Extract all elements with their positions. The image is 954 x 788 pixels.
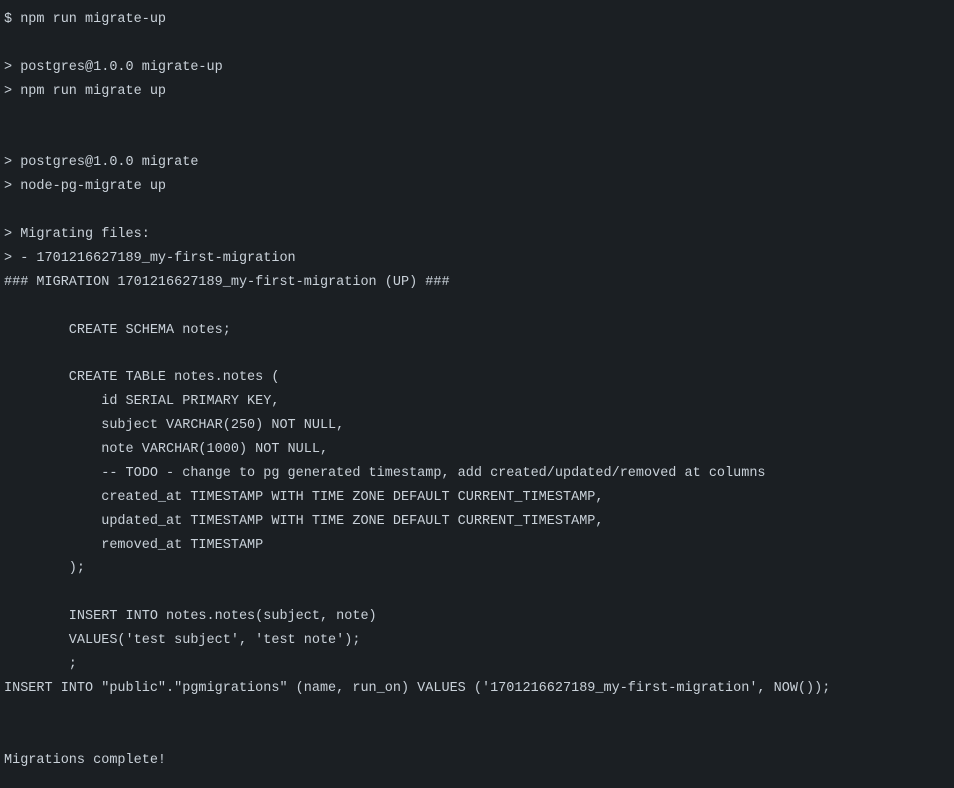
terminal-line: Migrations complete! (4, 749, 950, 773)
terminal-line (4, 342, 950, 366)
terminal-line: updated_at TIMESTAMP WITH TIME ZONE DEFA… (4, 510, 950, 534)
terminal-line: INSERT INTO "public"."pgmigrations" (nam… (4, 677, 950, 701)
terminal-line: subject VARCHAR(250) NOT NULL, (4, 414, 950, 438)
terminal-line: > - 1701216627189_my-first-migration (4, 247, 950, 271)
terminal-line (4, 32, 950, 56)
terminal-line (4, 581, 950, 605)
terminal-line: INSERT INTO notes.notes(subject, note) (4, 605, 950, 629)
terminal-line (4, 127, 950, 151)
terminal-output: $ npm run migrate-up > postgres@1.0.0 mi… (4, 8, 950, 773)
terminal-line: VALUES('test subject', 'test note'); (4, 629, 950, 653)
terminal-line: > postgres@1.0.0 migrate (4, 151, 950, 175)
terminal-line (4, 725, 950, 749)
terminal-line (4, 104, 950, 128)
terminal-line: removed_at TIMESTAMP (4, 534, 950, 558)
terminal-line: -- TODO - change to pg generated timesta… (4, 462, 950, 486)
terminal-line: > postgres@1.0.0 migrate-up (4, 56, 950, 80)
terminal-line: > npm run migrate up (4, 80, 950, 104)
terminal-line (4, 701, 950, 725)
terminal-line: id SERIAL PRIMARY KEY, (4, 390, 950, 414)
terminal-line: $ npm run migrate-up (4, 8, 950, 32)
terminal-line (4, 295, 950, 319)
terminal-line: CREATE TABLE notes.notes ( (4, 366, 950, 390)
terminal-line: note VARCHAR(1000) NOT NULL, (4, 438, 950, 462)
terminal-line: ; (4, 653, 950, 677)
terminal-line: CREATE SCHEMA notes; (4, 319, 950, 343)
terminal-line: ); (4, 557, 950, 581)
terminal-line: created_at TIMESTAMP WITH TIME ZONE DEFA… (4, 486, 950, 510)
terminal-line: ### MIGRATION 1701216627189_my-first-mig… (4, 271, 950, 295)
terminal-line: > node-pg-migrate up (4, 175, 950, 199)
terminal-line (4, 199, 950, 223)
terminal-line: > Migrating files: (4, 223, 950, 247)
